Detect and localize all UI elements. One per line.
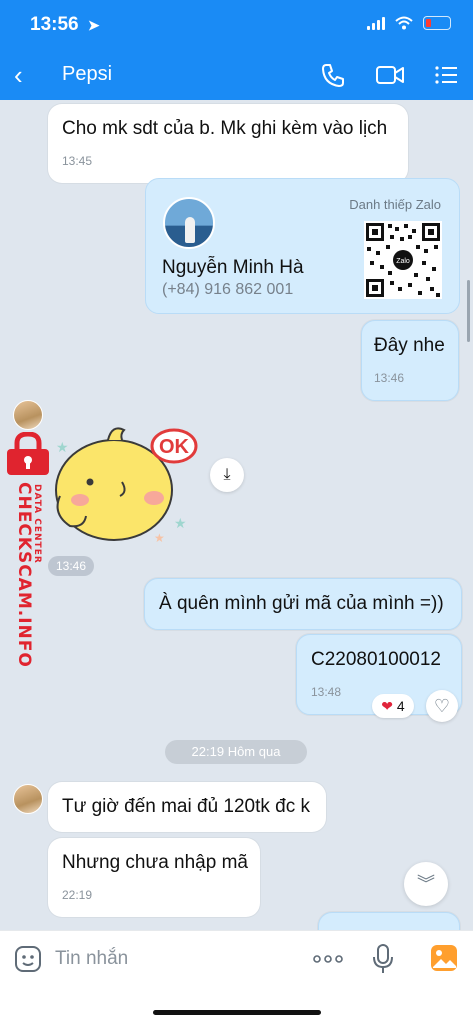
sticker-time: 13:46 bbox=[48, 556, 95, 576]
phone-call-icon[interactable] bbox=[320, 62, 346, 88]
more-options-icon[interactable] bbox=[313, 954, 343, 964]
sender-avatar[interactable] bbox=[13, 784, 43, 814]
reaction-count: 4 bbox=[396, 698, 405, 714]
image-gallery-icon[interactable] bbox=[430, 944, 458, 972]
message-text: Tư giờ đến mai đủ 120tk đc k bbox=[62, 796, 311, 817]
message-text: Nhưng chưa nhập mã bbox=[62, 852, 248, 873]
message-bubble-received[interactable]: Nhưng chưa nhập mã 22:19 bbox=[48, 838, 260, 917]
download-icon[interactable]: ⤓ bbox=[210, 458, 244, 492]
message-text: Cho mk sdt của b. Mk ghi kèm vào lịch bbox=[62, 118, 388, 139]
contact-phone: (+84) 916 862 001 bbox=[162, 281, 294, 298]
qr-code-icon[interactable]: Zalo bbox=[364, 221, 442, 299]
location-arrow-icon: ➤ bbox=[87, 17, 100, 33]
contact-name: Nguyễn Minh Hà bbox=[162, 257, 304, 278]
watermark: CHECKSCAM.INFO DATA CENTER bbox=[2, 432, 52, 672]
scrollbar[interactable] bbox=[467, 280, 470, 342]
message-time: 22:19 bbox=[62, 888, 93, 902]
status-bar: 13:56 ➤ bbox=[0, 0, 473, 50]
chat-header: ‹ Pepsi bbox=[0, 50, 473, 100]
message-bubble-sent[interactable]: Đây nhe 13:46 bbox=[361, 320, 459, 401]
like-heart-icon[interactable]: ♡ bbox=[426, 690, 458, 722]
sticker-text: OK bbox=[159, 436, 190, 458]
card-label: Danh thiếp Zalo bbox=[349, 197, 441, 212]
scroll-to-bottom-button[interactable]: ︾ bbox=[404, 862, 448, 906]
contact-avatar[interactable] bbox=[163, 197, 215, 249]
message-text: Đây nhe bbox=[374, 335, 445, 356]
message-bubble-sent[interactable] bbox=[318, 912, 460, 930]
message-list[interactable]: Cho mk sdt của b. Mk ghi kèm vào lịch 13… bbox=[0, 100, 473, 930]
message-time: 13:46 bbox=[374, 371, 405, 385]
ok-chick-sticker[interactable]: ★ ★ ★ OK bbox=[50, 418, 198, 548]
message-text: C22080100012 bbox=[311, 649, 441, 670]
date-divider: 22:19 Hôm qua bbox=[165, 740, 307, 764]
sticker-emoji-icon[interactable] bbox=[14, 945, 42, 973]
message-bubble-received[interactable]: Cho mk sdt của b. Mk ghi kèm vào lịch 13… bbox=[48, 104, 408, 183]
svg-text:★: ★ bbox=[56, 439, 69, 455]
message-input[interactable]: Tin nhắn bbox=[55, 948, 128, 970]
message-text: À quên mình gửi mã của mình =)) bbox=[159, 593, 444, 614]
zalo-contact-card[interactable]: Danh thiếp Zalo Nguyễn Minh Hà (+84) 916… bbox=[145, 178, 460, 314]
message-bubble-received[interactable]: Tư giờ đến mai đủ 120tk đc k bbox=[48, 782, 326, 832]
message-bubble-sent[interactable]: À quên mình gửi mã của mình =)) bbox=[144, 578, 462, 630]
svg-text:★: ★ bbox=[154, 531, 165, 545]
lock-icon bbox=[7, 432, 49, 475]
watermark-subtext: DATA CENTER bbox=[32, 484, 42, 564]
microphone-icon[interactable] bbox=[372, 943, 394, 975]
chat-title: Pepsi bbox=[62, 63, 113, 85]
reaction-badge[interactable]: ❤ 4 bbox=[372, 694, 414, 718]
wifi-icon bbox=[395, 16, 413, 30]
battery-icon bbox=[423, 16, 451, 30]
cellular-signal-icon bbox=[367, 16, 385, 30]
video-call-icon[interactable] bbox=[375, 62, 405, 88]
qr-badge: Zalo bbox=[396, 258, 410, 265]
message-time: 13:45 bbox=[62, 154, 93, 168]
home-indicator bbox=[153, 1010, 321, 1015]
back-icon[interactable]: ‹ bbox=[14, 60, 23, 91]
menu-list-icon[interactable] bbox=[433, 62, 459, 88]
sender-avatar[interactable] bbox=[13, 400, 43, 430]
svg-text:★: ★ bbox=[174, 515, 187, 531]
heart-icon: ❤ bbox=[381, 698, 394, 714]
status-time: 13:56 bbox=[30, 14, 79, 35]
